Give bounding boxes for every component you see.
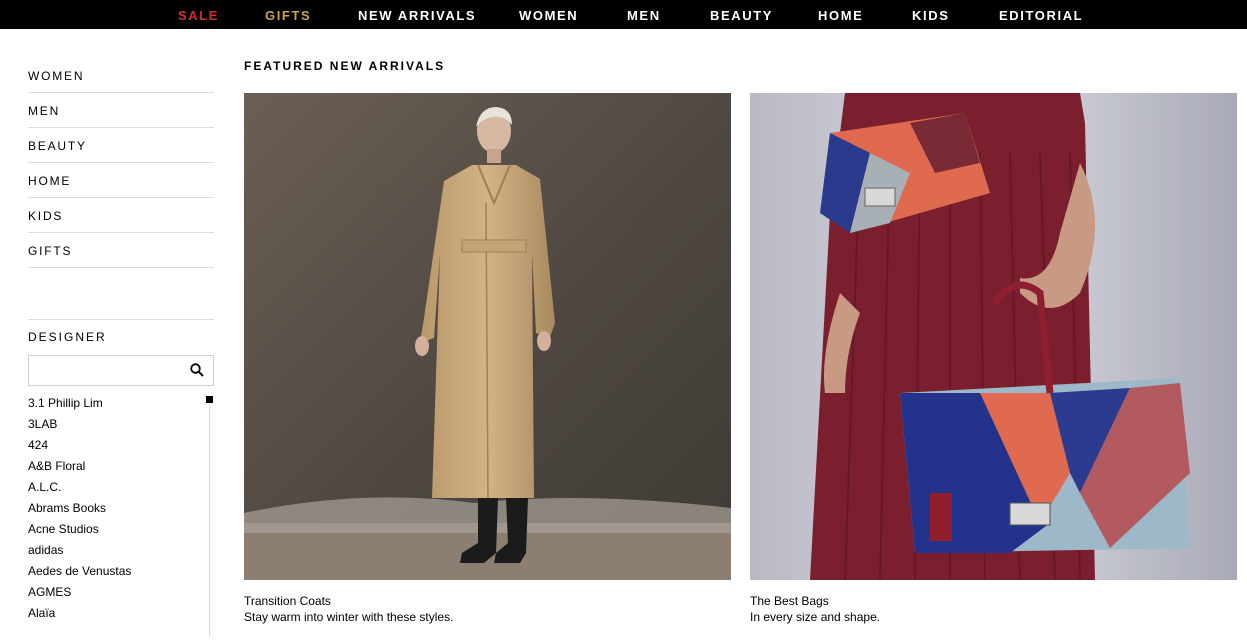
sidebar-item-women[interactable]: WOMEN <box>28 58 214 93</box>
sidebar-categories: WOMEN MEN BEAUTY HOME KIDS GIFTS <box>28 58 214 268</box>
designer-search-box <box>28 355 214 386</box>
designer-item[interactable]: A&B Floral <box>28 456 206 477</box>
featured-image-coat[interactable] <box>244 93 731 580</box>
sidebar-item-kids[interactable]: KIDS <box>28 198 214 233</box>
card-title[interactable]: The Best Bags <box>750 594 1237 608</box>
top-navigation-bar: SALE GIFTS NEW ARRIVALS WOMEN MEN BEAUTY… <box>0 0 1247 29</box>
featured-image-bags[interactable] <box>750 93 1237 580</box>
designer-search-input[interactable] <box>29 356 179 384</box>
nav-item-kids[interactable]: KIDS <box>912 8 949 23</box>
designer-item[interactable]: 3LAB <box>28 414 206 435</box>
designer-item[interactable]: Aedes de Venustas <box>28 561 206 582</box>
designer-list-scrollbar-track[interactable] <box>209 396 210 636</box>
designer-item[interactable]: A.L.C. <box>28 477 206 498</box>
designer-item[interactable]: 424 <box>28 435 206 456</box>
designer-item[interactable]: Acne Studios <box>28 519 206 540</box>
sidebar-item-gifts[interactable]: GIFTS <box>28 233 214 268</box>
card-title[interactable]: Transition Coats <box>244 594 731 608</box>
nav-item-women[interactable]: WOMEN <box>519 8 578 23</box>
featured-card-best-bags: The Best Bags In every size and shape. <box>750 93 1237 624</box>
nav-item-home[interactable]: HOME <box>818 8 863 23</box>
designer-filter: DESIGNER 3.1 Phillip Lim 3LAB 424 A&B Fl… <box>28 319 214 636</box>
sidebar-item-home[interactable]: HOME <box>28 163 214 198</box>
sidebar-item-men[interactable]: MEN <box>28 93 214 128</box>
nav-item-men[interactable]: MEN <box>627 8 661 23</box>
designer-item[interactable]: Abrams Books <box>28 498 206 519</box>
search-icon[interactable] <box>190 363 204 377</box>
designer-item[interactable]: adidas <box>28 540 206 561</box>
designer-item[interactable]: 3.1 Phillip Lim <box>28 393 206 414</box>
designer-item[interactable]: AGMES <box>28 582 206 603</box>
designer-item[interactable]: Alaïa <box>28 603 206 624</box>
nav-item-editorial[interactable]: EDITORIAL <box>999 8 1083 23</box>
section-title: FEATURED NEW ARRIVALS <box>244 59 446 73</box>
featured-card-transition-coats: Transition Coats Stay warm into winter w… <box>244 93 731 624</box>
card-subtitle: Stay warm into winter with these styles. <box>244 610 454 624</box>
designer-list-scrollbar-thumb[interactable] <box>206 396 213 403</box>
designer-heading: DESIGNER <box>28 330 107 344</box>
nav-item-sale[interactable]: SALE <box>178 8 219 23</box>
designer-list: 3.1 Phillip Lim 3LAB 424 A&B Floral A.L.… <box>28 393 206 624</box>
card-subtitle: In every size and shape. <box>750 610 881 624</box>
nav-item-new-arrivals[interactable]: NEW ARRIVALS <box>358 8 476 23</box>
nav-item-gifts[interactable]: GIFTS <box>265 8 311 23</box>
nav-item-beauty[interactable]: BEAUTY <box>710 8 773 23</box>
sidebar-item-beauty[interactable]: BEAUTY <box>28 128 214 163</box>
